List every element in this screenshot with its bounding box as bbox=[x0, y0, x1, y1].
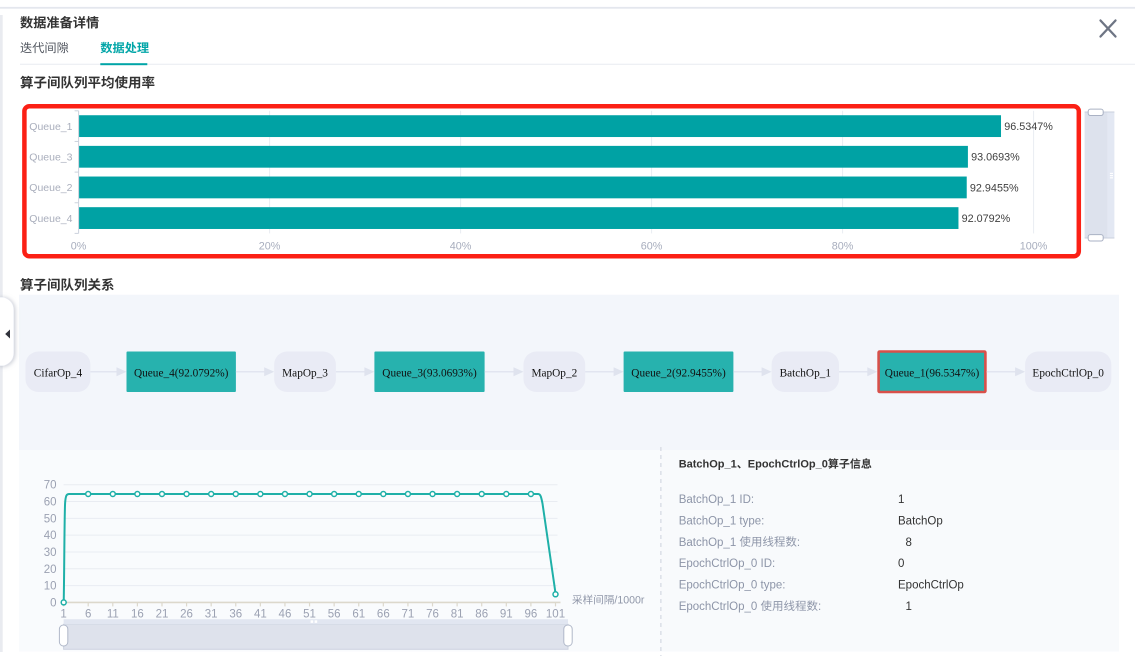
svg-text:20%: 20% bbox=[259, 240, 281, 252]
svg-text:26: 26 bbox=[180, 608, 193, 620]
svg-text:EpochCtrlOp_0: EpochCtrlOp_0 bbox=[748, 459, 828, 471]
svg-text:96: 96 bbox=[525, 608, 538, 620]
svg-text:70: 70 bbox=[44, 480, 57, 492]
svg-text:Queue_2(92.9455%): Queue_2(92.9455%) bbox=[631, 367, 726, 379]
svg-text:EpochCtrlOp_0 type:: EpochCtrlOp_0 type: bbox=[679, 580, 786, 592]
svg-text:Queue_3: Queue_3 bbox=[29, 152, 72, 164]
svg-text:Queue_4(92.0792%): Queue_4(92.0792%) bbox=[134, 367, 229, 379]
svg-text:60%: 60% bbox=[641, 240, 663, 252]
svg-text:40%: 40% bbox=[450, 240, 472, 252]
svg-text:92.9455%: 92.9455% bbox=[970, 182, 1019, 194]
svg-text:Queue_4: Queue_4 bbox=[29, 213, 72, 225]
svg-text:31: 31 bbox=[205, 608, 218, 620]
svg-text:80%: 80% bbox=[832, 240, 854, 252]
svg-text:Queue_2: Queue_2 bbox=[29, 182, 72, 194]
svg-text:46: 46 bbox=[279, 608, 292, 620]
svg-text:66: 66 bbox=[377, 608, 390, 620]
svg-text:20: 20 bbox=[44, 564, 57, 576]
svg-text:76: 76 bbox=[426, 608, 439, 620]
svg-text:40: 40 bbox=[44, 530, 57, 542]
svg-text:51: 51 bbox=[303, 608, 316, 620]
svg-text::: : bbox=[818, 601, 821, 613]
svg-text:6: 6 bbox=[85, 608, 91, 620]
svg-text:8: 8 bbox=[906, 537, 912, 549]
svg-text:1: 1 bbox=[898, 494, 904, 506]
svg-text:36: 36 bbox=[229, 608, 242, 620]
svg-text:BatchOp_1 ID:: BatchOp_1 ID: bbox=[679, 494, 754, 506]
svg-text:10: 10 bbox=[44, 581, 57, 593]
svg-text:30: 30 bbox=[44, 547, 57, 559]
svg-text:101: 101 bbox=[546, 608, 565, 620]
svg-text:Queue_1(96.5347%): Queue_1(96.5347%) bbox=[885, 367, 980, 379]
svg-text:MapOp_2: MapOp_2 bbox=[531, 367, 577, 379]
svg-text:BatchOp_1: BatchOp_1 bbox=[679, 459, 737, 471]
svg-text:EpochCtrlOp_0 ID:: EpochCtrlOp_0 ID: bbox=[679, 558, 776, 570]
svg-text:0: 0 bbox=[50, 597, 56, 609]
svg-text:0%: 0% bbox=[71, 240, 87, 252]
svg-text:56: 56 bbox=[328, 608, 341, 620]
svg-text:BatchOp_1: BatchOp_1 bbox=[679, 537, 737, 549]
svg-text:91: 91 bbox=[500, 608, 513, 620]
svg-text:81: 81 bbox=[451, 608, 464, 620]
svg-text:100%: 100% bbox=[1020, 240, 1048, 252]
svg-text:50: 50 bbox=[44, 513, 57, 525]
svg-text:EpochCtrlOp: EpochCtrlOp bbox=[898, 580, 964, 592]
svg-text:86: 86 bbox=[475, 608, 488, 620]
svg-text:BatchOp: BatchOp bbox=[898, 515, 943, 527]
svg-text:11: 11 bbox=[107, 608, 119, 620]
svg-text:60: 60 bbox=[44, 497, 57, 509]
svg-text:1: 1 bbox=[906, 601, 912, 613]
svg-text:1: 1 bbox=[60, 608, 66, 620]
svg-text:16: 16 bbox=[131, 608, 144, 620]
svg-text::: : bbox=[797, 537, 800, 549]
svg-text:Queue_3(93.0693%): Queue_3(93.0693%) bbox=[382, 367, 477, 379]
svg-text:0: 0 bbox=[898, 558, 904, 570]
svg-text:BatchOp_1: BatchOp_1 bbox=[780, 367, 831, 379]
svg-text:21: 21 bbox=[156, 608, 169, 620]
svg-text:Queue_1: Queue_1 bbox=[29, 121, 72, 133]
svg-text:CifarOp_4: CifarOp_4 bbox=[34, 367, 83, 379]
svg-text:EpochCtrlOp_0: EpochCtrlOp_0 bbox=[679, 601, 758, 613]
svg-text:92.0792%: 92.0792% bbox=[962, 213, 1011, 225]
svg-text:41: 41 bbox=[254, 608, 267, 620]
svg-text:/1000r: /1000r bbox=[614, 595, 645, 607]
svg-text:96.5347%: 96.5347% bbox=[1004, 121, 1053, 133]
svg-text:MapOp_3: MapOp_3 bbox=[282, 367, 328, 379]
svg-text:BatchOp_1 type:: BatchOp_1 type: bbox=[679, 515, 765, 527]
svg-text:EpochCtrlOp_0: EpochCtrlOp_0 bbox=[1032, 367, 1104, 379]
svg-text:61: 61 bbox=[352, 608, 365, 620]
svg-text:71: 71 bbox=[402, 608, 415, 620]
svg-text:93.0693%: 93.0693% bbox=[971, 152, 1020, 164]
